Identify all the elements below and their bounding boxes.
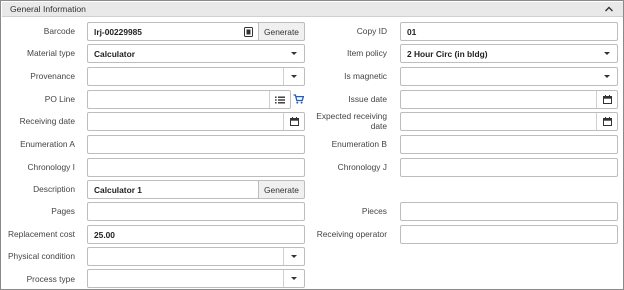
enumeration-a-input[interactable] <box>87 135 305 154</box>
barcode-scan-icon[interactable] <box>238 23 258 40</box>
chronology-i-input[interactable] <box>87 158 305 177</box>
enumeration-b-label: Enumeration B <box>331 139 387 149</box>
replacement-cost-input[interactable]: 25.00 <box>87 225 305 244</box>
chronology-j-input[interactable] <box>400 158 618 177</box>
receiving-operator-input[interactable] <box>400 225 618 244</box>
barcode-generate-button[interactable]: Generate <box>258 22 305 41</box>
label-line-2: date <box>370 121 387 131</box>
general-information-panel: General Information Barcode lrj-00229985… <box>0 0 624 290</box>
po-line-label: PO Line <box>44 94 75 104</box>
section-header[interactable]: General Information <box>2 2 623 17</box>
expected-receiving-date-label: Expected receiving date <box>316 111 387 131</box>
enumeration-a-label: Enumeration A <box>20 139 75 149</box>
copy-id-value: 01 <box>407 27 417 37</box>
chevron-down-icon[interactable] <box>284 45 304 62</box>
item-policy-select[interactable]: 2 Hour Circ (in bldg) <box>400 44 618 63</box>
chevron-down-icon[interactable] <box>284 248 304 265</box>
material-type-label: Material type <box>27 48 75 58</box>
label-line-1: Expected receiving <box>316 111 387 121</box>
issue-date-input[interactable] <box>400 90 618 109</box>
provenance-select[interactable] <box>87 67 305 86</box>
physical-condition-select[interactable] <box>87 247 305 266</box>
expected-receiving-date-input[interactable] <box>400 112 618 131</box>
shopping-cart-icon[interactable] <box>293 94 304 104</box>
material-type-select[interactable]: Calculator <box>87 44 305 63</box>
item-policy-label: Item policy <box>346 48 387 58</box>
process-type-select[interactable] <box>87 269 305 288</box>
barcode-value: lrj-00229985 <box>94 27 142 37</box>
list-icon[interactable] <box>270 91 290 108</box>
chevron-down-icon[interactable] <box>284 68 304 85</box>
calendar-icon[interactable] <box>597 91 617 108</box>
chronology-j-label: Chronology J <box>337 162 387 172</box>
is-magnetic-label: Is magnetic <box>344 71 387 81</box>
barcode-label: Barcode <box>43 26 75 36</box>
description-generate-button[interactable]: Generate <box>258 180 305 199</box>
chevron-up-icon[interactable] <box>604 4 614 14</box>
pages-label: Pages <box>51 206 75 216</box>
item-policy-value: 2 Hour Circ (in bldg) <box>407 49 488 59</box>
barcode-input[interactable]: lrj-00229985 <box>87 22 259 41</box>
issue-date-label: Issue date <box>348 94 387 104</box>
enumeration-b-input[interactable] <box>400 135 618 154</box>
physical-condition-label: Physical condition <box>7 251 75 261</box>
description-label: Description <box>33 184 75 194</box>
is-magnetic-select[interactable] <box>400 67 618 86</box>
pages-input[interactable] <box>87 202 305 221</box>
chevron-down-icon[interactable] <box>597 68 617 85</box>
po-line-input[interactable] <box>87 90 291 109</box>
replacement-cost-value: 25.00 <box>94 230 115 240</box>
chevron-down-icon[interactable] <box>597 45 617 62</box>
description-input[interactable]: Calculator 1 <box>87 180 259 199</box>
material-type-value: Calculator <box>94 49 135 59</box>
pieces-label: Pieces <box>361 206 387 216</box>
replacement-cost-label: Replacement cost <box>7 229 75 239</box>
pieces-input[interactable] <box>400 202 618 221</box>
receiving-date-label: Receiving date <box>19 116 75 126</box>
process-type-label: Process type <box>26 274 75 284</box>
calendar-icon[interactable] <box>597 113 617 130</box>
receiving-operator-label: Receiving operator <box>316 229 387 239</box>
chevron-down-icon[interactable] <box>284 270 304 287</box>
receiving-date-input[interactable] <box>87 112 305 131</box>
copy-id-label: Copy ID <box>356 26 387 36</box>
calendar-icon[interactable] <box>284 113 304 130</box>
provenance-label: Provenance <box>30 71 75 81</box>
chronology-i-label: Chronology I <box>27 162 76 172</box>
section-title: General Information <box>10 4 86 14</box>
copy-id-input[interactable]: 01 <box>400 22 618 41</box>
description-value: Calculator 1 <box>94 185 142 195</box>
